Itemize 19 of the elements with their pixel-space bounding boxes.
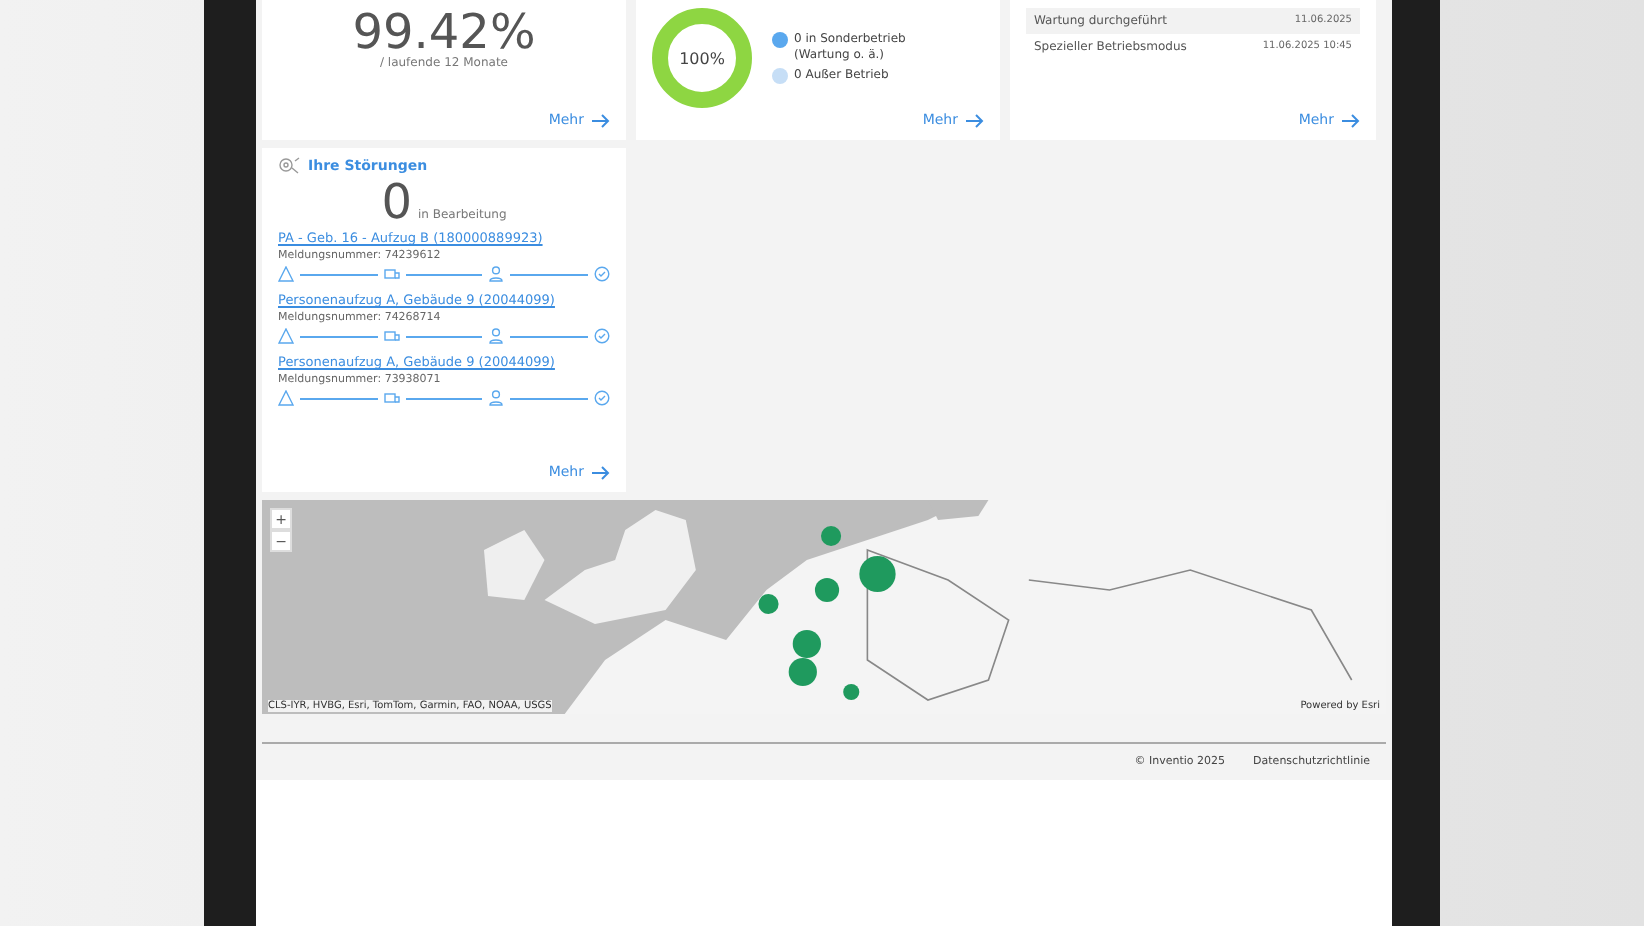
check-circle-icon: [594, 328, 611, 344]
availability-value: 99.42%: [352, 8, 536, 56]
warning-icon: [278, 328, 294, 344]
arrow-right-icon: [592, 113, 610, 127]
person-icon: [488, 328, 505, 344]
warning-icon: [278, 266, 294, 282]
person-icon: [488, 266, 505, 282]
warning-icon: [278, 390, 294, 406]
truck-icon: [383, 390, 400, 406]
check-circle-icon: [594, 266, 611, 282]
truck-icon: [383, 266, 400, 282]
arrow-right-icon: [592, 465, 610, 479]
donut-percentage: 100%: [679, 49, 725, 67]
fault-count: 0: [381, 178, 412, 226]
check-circle-icon: [594, 390, 611, 406]
arrow-right-icon: [966, 113, 984, 127]
truck-icon: [383, 328, 400, 344]
person-icon: [488, 390, 505, 406]
arrow-right-icon: [1342, 113, 1360, 127]
